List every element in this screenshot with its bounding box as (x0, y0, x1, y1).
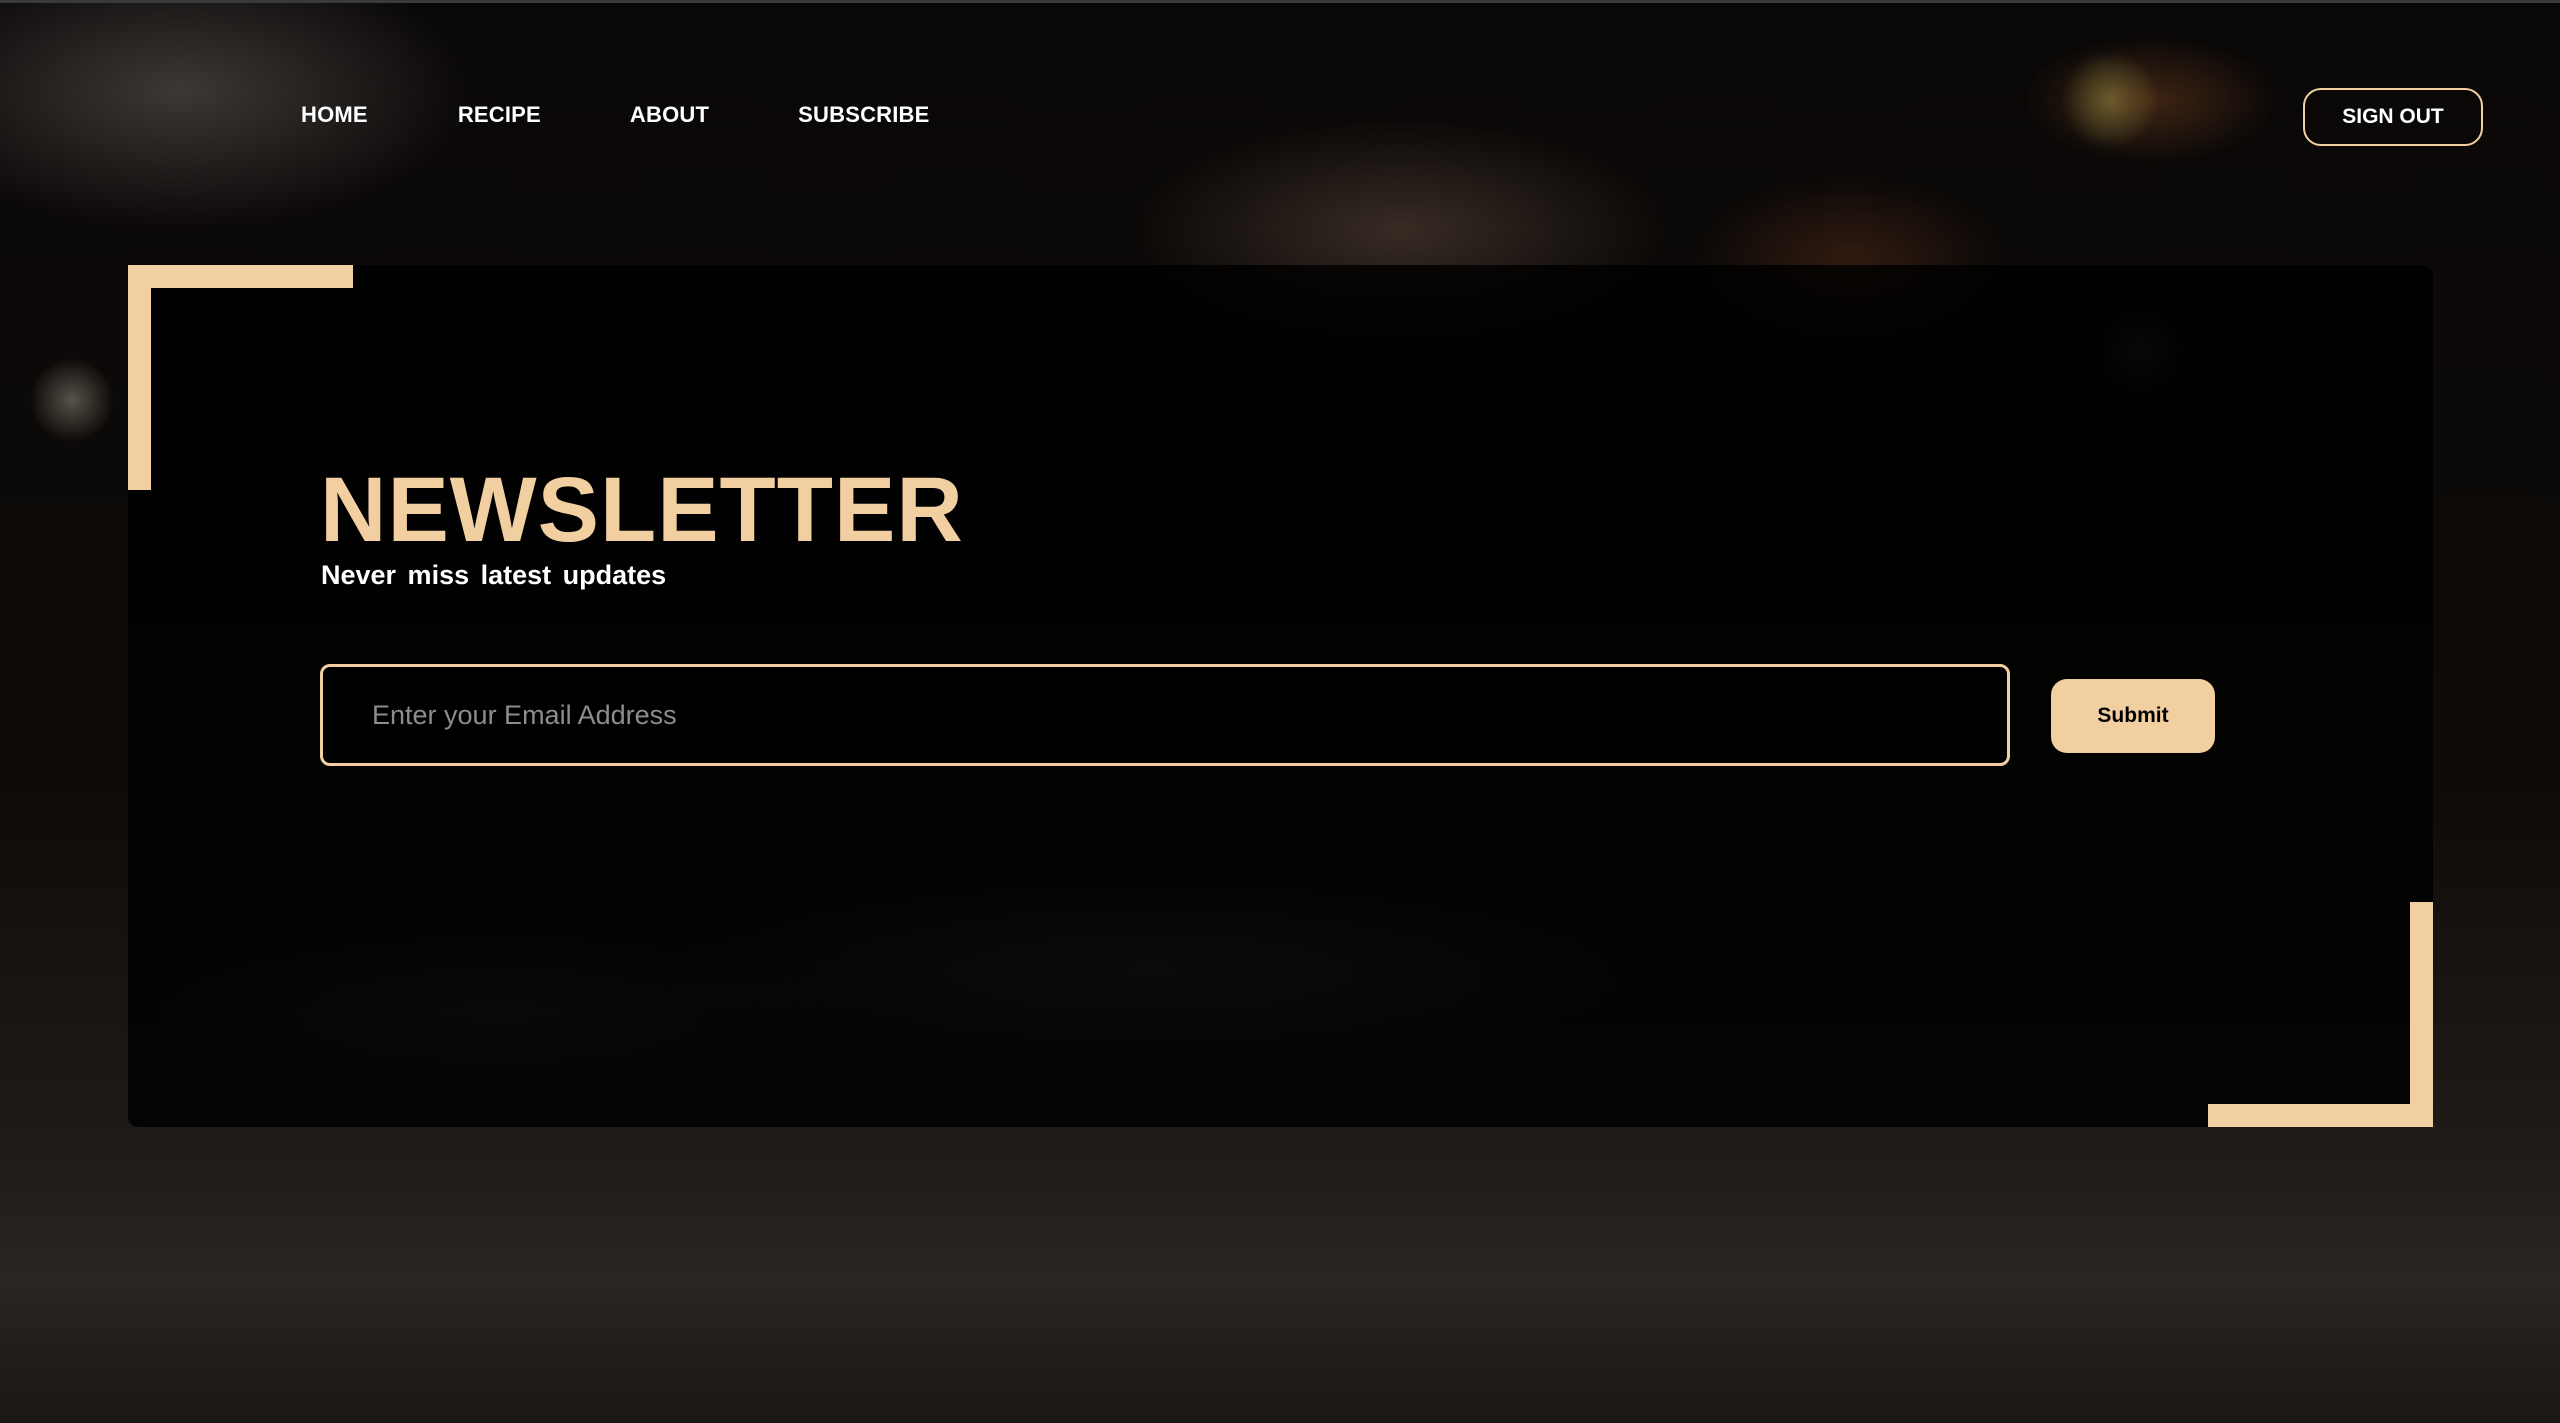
corner-accent-top-left-vertical (128, 265, 151, 490)
newsletter-title: NEWSLETTER (320, 459, 964, 561)
top-border (0, 0, 2560, 3)
nav-subscribe[interactable]: SUBSCRIBE (798, 102, 929, 128)
nav-home[interactable]: HOME (301, 102, 368, 128)
submit-button[interactable]: Submit (2051, 679, 2215, 753)
nav-recipe[interactable]: RECIPE (458, 102, 541, 128)
corner-accent-bottom-right-vertical (2410, 902, 2433, 1127)
corner-accent-bottom-right (2208, 1104, 2433, 1127)
newsletter-subtitle: Never miss latest updates (321, 560, 667, 590)
email-input[interactable] (320, 664, 2010, 766)
sign-out-button[interactable]: SIGN OUT (2303, 88, 2483, 146)
main-nav: HOME RECIPE ABOUT SUBSCRIBE (301, 102, 930, 128)
nav-about[interactable]: ABOUT (630, 102, 709, 128)
corner-accent-top-left (128, 265, 353, 288)
